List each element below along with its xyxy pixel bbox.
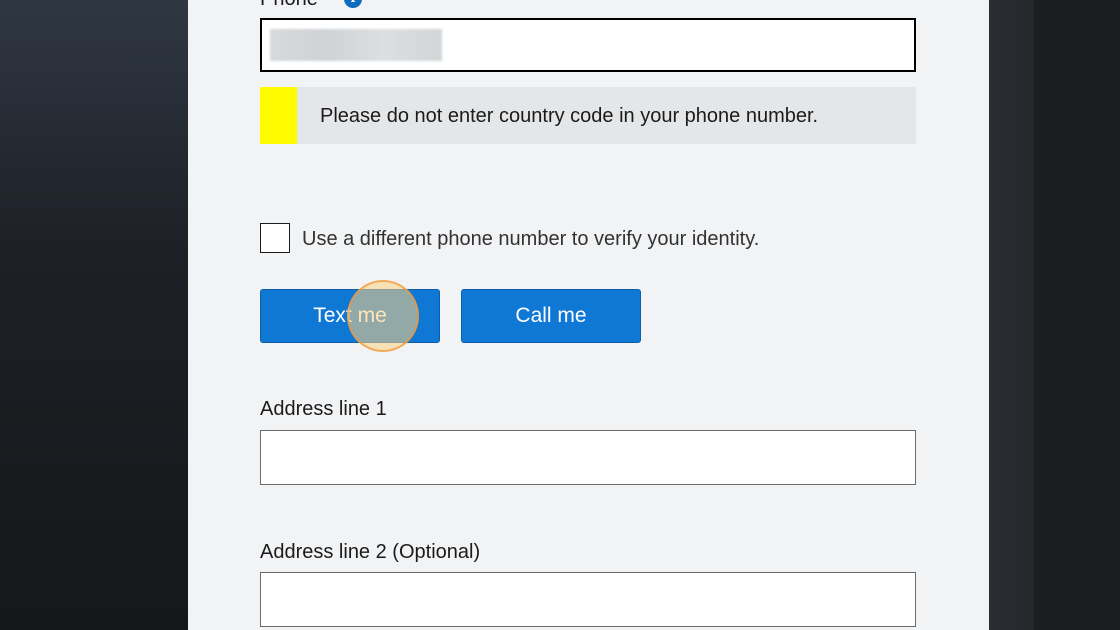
address-line-1-input[interactable] bbox=[260, 430, 916, 485]
phone-input[interactable] bbox=[260, 18, 916, 72]
country-code-notice: Please do not enter country code in your… bbox=[260, 87, 916, 144]
address-line-2-label: Address line 2 (Optional) bbox=[260, 541, 481, 563]
background-left bbox=[0, 0, 188, 630]
phone-label: Phone bbox=[260, 0, 318, 11]
different-phone-checkbox-label[interactable]: Use a different phone number to verify y… bbox=[302, 228, 759, 251]
notice-highlight-bar bbox=[260, 87, 297, 144]
background-right-strip bbox=[1034, 0, 1120, 630]
different-phone-checkbox[interactable] bbox=[260, 223, 290, 253]
text-me-button[interactable]: Text me bbox=[260, 289, 440, 343]
address-line-1-label: Address line 1 bbox=[260, 398, 387, 420]
call-me-button[interactable]: Call me bbox=[461, 289, 641, 343]
phone-number-redacted bbox=[270, 29, 442, 61]
notice-text: Please do not enter country code in your… bbox=[320, 105, 819, 127]
address-line-2-input[interactable] bbox=[260, 572, 916, 627]
